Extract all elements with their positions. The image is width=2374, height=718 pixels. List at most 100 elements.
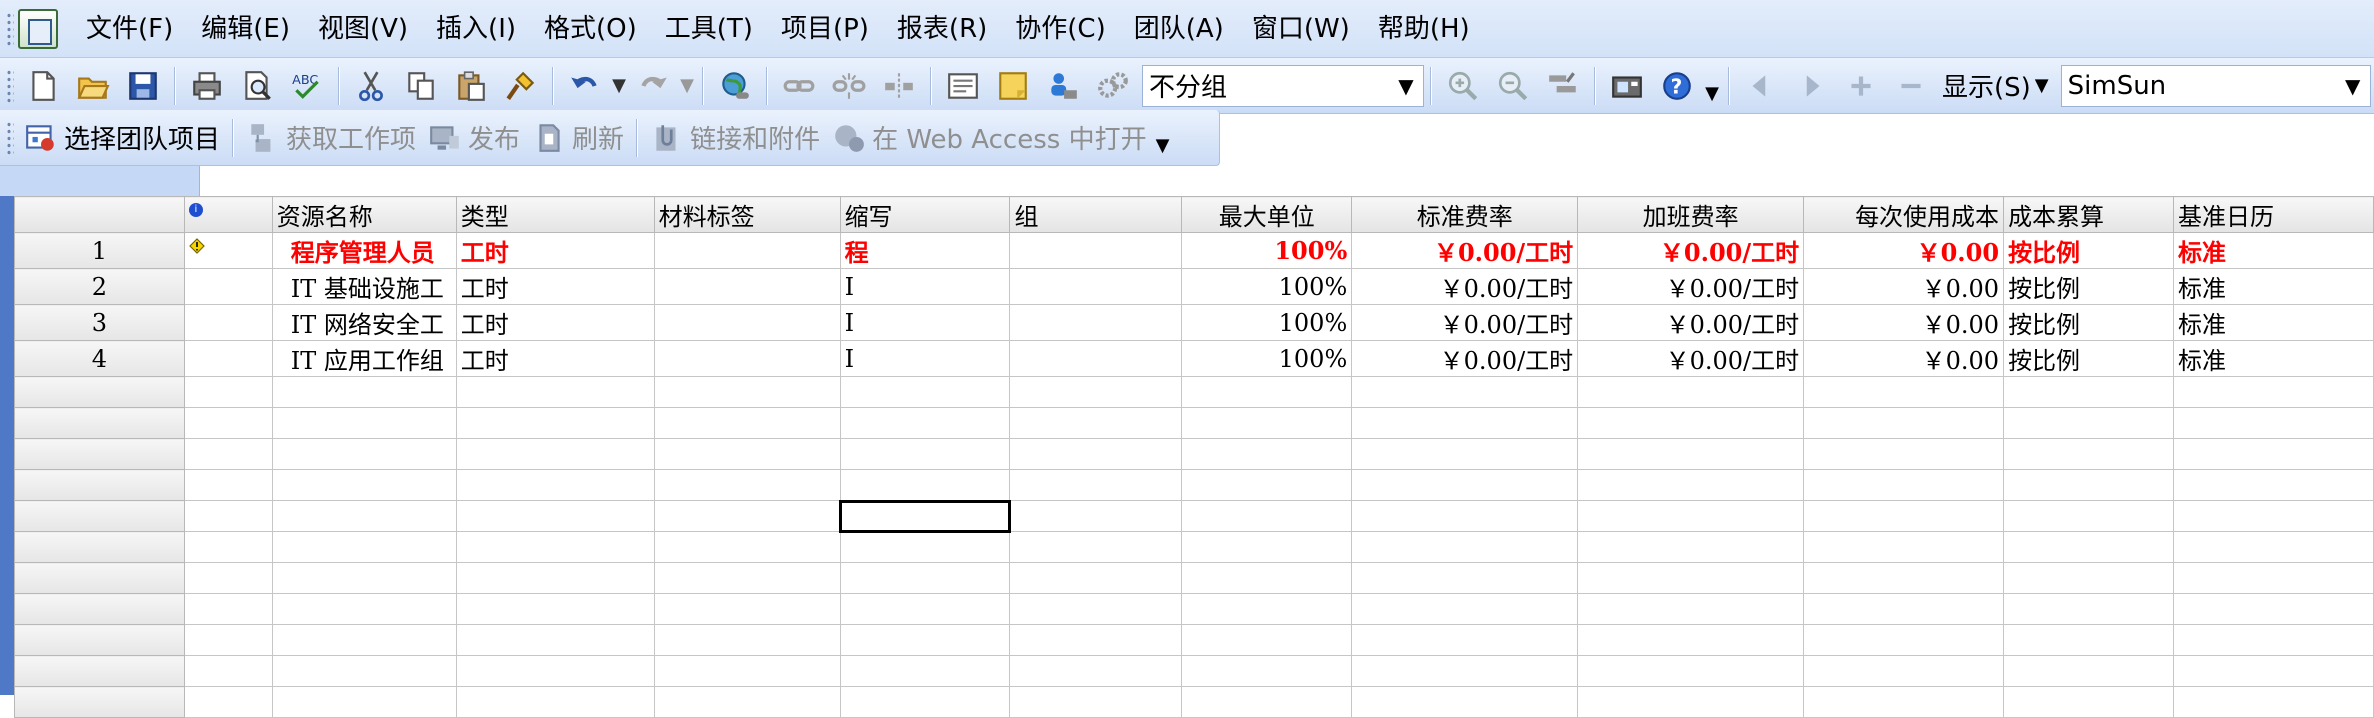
print-button[interactable] [185,64,229,108]
empty-cell[interactable] [653,500,841,532]
cell-max-units[interactable]: 100% [1181,340,1353,377]
menu-collaborate[interactable]: 协作(C) [1001,6,1119,52]
empty-cell[interactable] [839,531,1011,563]
empty-cell[interactable] [2003,500,2174,532]
cell-resource-name[interactable]: IT 基础设施工 [271,268,457,305]
row-number[interactable] [14,531,185,563]
empty-cell[interactable] [2173,686,2374,718]
empty-cell[interactable] [653,407,841,439]
column-header-overtime-rate[interactable]: 加班费率 [1577,196,1805,233]
empty-cell[interactable] [1577,500,1805,532]
menu-project[interactable]: 项目(P) [767,6,883,52]
empty-cell[interactable] [183,531,273,563]
empty-cell[interactable] [1181,562,1353,594]
row-number[interactable] [14,407,185,439]
cell-overtime-rate[interactable]: ￥0.00/工时 [1577,340,1805,377]
undo-button[interactable] [563,64,607,108]
empty-cell[interactable] [1009,438,1183,470]
empty-cell[interactable] [653,686,841,718]
cell-standard-rate[interactable]: ￥0.00/工时 [1351,304,1579,341]
column-header-accrue-at[interactable]: 成本累算 [2003,196,2174,233]
empty-cell[interactable] [183,407,273,439]
copy-picture-office-button[interactable] [1605,64,1649,108]
empty-cell[interactable] [839,686,1011,718]
empty-cell[interactable] [2173,438,2374,470]
scroll-to-task-button[interactable] [1541,64,1585,108]
empty-cell[interactable] [2003,562,2174,594]
open-in-web-access-button[interactable]: 在 Web Access 中打开 [826,119,1153,156]
row-number[interactable]: 1 [14,232,185,269]
font-name-combo[interactable]: SimSun ▼ [2060,64,2371,107]
empty-cell[interactable] [1577,686,1805,718]
open-button[interactable] [71,64,115,108]
row-number[interactable]: 4 [14,340,185,377]
insert-hyperlink-globe-button[interactable] [713,64,757,108]
menu-help[interactable]: 帮助(H) [1364,6,1484,52]
empty-cell[interactable] [271,376,457,408]
cell-type[interactable]: 工时 [455,232,655,269]
empty-cell[interactable] [839,469,1011,501]
toolbar-overflow-button[interactable]: ▼ [1702,64,1722,108]
empty-cell[interactable] [653,469,841,501]
column-header-base-calendar[interactable]: 基准日历 [2173,196,2374,233]
empty-cell[interactable] [1351,531,1579,563]
empty-cell[interactable] [1803,655,2005,687]
empty-cell[interactable] [1351,686,1579,718]
column-header-group[interactable]: 组 [1009,196,1183,233]
empty-cell[interactable] [2173,593,2374,625]
empty-cell[interactable] [1577,655,1805,687]
cell-base-calendar[interactable]: 标准 [2173,232,2374,269]
row-number[interactable] [14,376,185,408]
empty-cell[interactable] [455,500,655,532]
paste-button[interactable] [449,64,493,108]
empty-cell[interactable] [183,686,273,718]
refresh-button[interactable]: 刷新 [526,119,630,156]
cell-accrue-at[interactable]: 按比例 [2003,304,2174,341]
empty-cell[interactable] [1181,469,1353,501]
column-header-cost-per-use[interactable]: 每次使用成本 [1803,196,2005,233]
toolbar-grip[interactable] [6,68,14,103]
column-header-resource-name[interactable]: 资源名称 [271,196,457,233]
row-number[interactable] [14,624,185,656]
empty-cell[interactable] [1181,593,1353,625]
empty-cell[interactable] [839,438,1011,470]
empty-cell[interactable] [183,593,273,625]
menu-window[interactable]: 窗口(W) [1238,6,1364,52]
empty-cell[interactable] [2173,531,2374,563]
column-header-max-units[interactable]: 最大单位 [1181,196,1353,233]
empty-cell[interactable] [1803,469,2005,501]
cell-material-label[interactable] [653,340,841,377]
cell-resource-name[interactable]: IT 网络安全工 [271,304,457,341]
empty-cell[interactable] [653,376,841,408]
empty-cell[interactable] [1009,531,1183,563]
empty-cell[interactable] [1577,562,1805,594]
menu-file[interactable]: 文件(F) [72,6,187,52]
empty-cell[interactable] [1181,531,1353,563]
cell-cost-per-use[interactable]: ￥0.00 [1803,304,2005,341]
empty-cell[interactable] [1803,438,2005,470]
indent-button[interactable] [1789,64,1833,108]
empty-table-row[interactable] [14,499,2374,533]
cell-cost-per-use[interactable]: ￥0.00 [1803,268,2005,305]
select-all-corner[interactable] [14,196,185,233]
empty-cell[interactable] [1181,655,1353,687]
cut-button[interactable] [349,64,393,108]
cell-max-units[interactable]: 100% [1181,304,1353,341]
empty-cell[interactable] [455,562,655,594]
empty-cell[interactable] [1181,624,1353,656]
empty-cell[interactable] [1351,438,1579,470]
cell-max-units[interactable]: 100% [1181,232,1353,269]
empty-cell[interactable] [839,655,1011,687]
empty-cell[interactable] [1351,624,1579,656]
redo-dropdown[interactable]: ▼ [678,64,696,108]
table-row[interactable]: 4 IT 应用工作组 工时 I 100% ￥0.00/工时 ￥0.00/工时 ￥… [14,340,2374,377]
empty-cell[interactable] [455,531,655,563]
view-bar-strip[interactable] [0,196,14,695]
save-button[interactable] [121,64,165,108]
row-number[interactable] [14,438,185,470]
show-subtasks-button[interactable] [1839,64,1883,108]
empty-cell[interactable] [271,655,457,687]
empty-cell[interactable] [1181,376,1353,408]
empty-cell[interactable] [271,438,457,470]
menu-tools[interactable]: 工具(T) [651,6,767,52]
